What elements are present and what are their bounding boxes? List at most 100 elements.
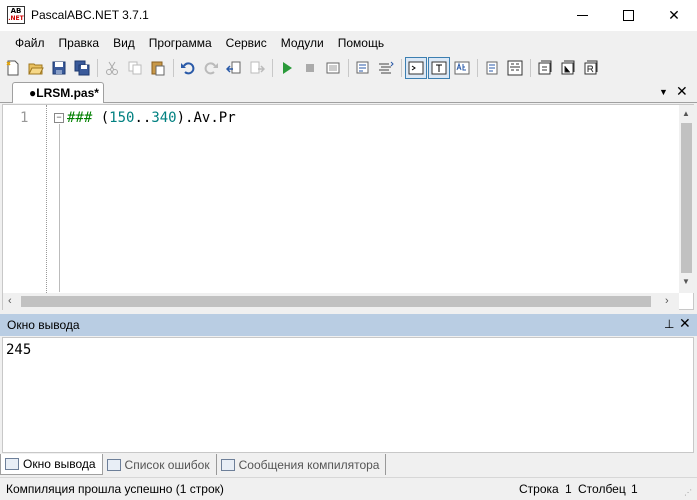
spell-button[interactable] [451, 57, 473, 79]
new-file-button[interactable] [2, 57, 24, 79]
redo-button[interactable] [200, 57, 222, 79]
output-panel[interactable]: 245 [2, 337, 694, 453]
nav-back-button[interactable] [223, 57, 245, 79]
text-button[interactable] [428, 57, 450, 79]
resize-grip-icon[interactable]: ⋰ [684, 488, 694, 498]
line-number-gutter: 1 [3, 105, 47, 293]
class-button[interactable] [481, 57, 503, 79]
toolbar [0, 55, 697, 81]
run-button[interactable] [276, 57, 298, 79]
status-message: Компиляция прошла успешно (1 строк) [6, 482, 224, 496]
scroll-up-icon[interactable]: ▲ [682, 109, 690, 118]
code-open-paren: ( [100, 110, 110, 126]
format-button[interactable] [375, 57, 397, 79]
toolbar-separator [173, 59, 174, 77]
app-logo-icon: AB .NET [7, 6, 25, 24]
menu-service[interactable]: Сервис [219, 31, 274, 55]
tab-error-list[interactable]: Список ошибок [103, 454, 217, 475]
menu-view[interactable]: Вид [106, 31, 142, 55]
indent-button[interactable] [352, 57, 374, 79]
tab-list-dropdown-icon[interactable]: ▼ [659, 87, 668, 97]
redo-icon [204, 62, 218, 75]
status-bar: Компиляция прошла успешно (1 строк) Стро… [0, 477, 697, 500]
horizontal-scroll-thumb[interactable] [21, 296, 651, 307]
close-button[interactable]: ✕ [651, 0, 697, 31]
tab-errors-label: Список ошибок [124, 457, 210, 472]
stop-icon [306, 64, 314, 72]
tab-output-label: Окно вывода [23, 457, 96, 471]
tab-compiler-label: Сообщения компилятора [238, 457, 380, 472]
menu-bar: Файл Правка Вид Программа Сервис Модули … [0, 31, 697, 55]
console-button[interactable] [405, 57, 427, 79]
line-number: 1 [20, 110, 29, 126]
toolbar-separator [530, 59, 531, 77]
horizontal-scrollbar[interactable]: ‹ › [3, 293, 679, 310]
book1-icon [538, 60, 552, 75]
paste-button[interactable] [147, 57, 169, 79]
tab-lrsm-pas[interactable]: ●LRSM.pas* [12, 82, 104, 103]
undo-icon [181, 62, 195, 75]
menu-modules[interactable]: Модули [274, 31, 331, 55]
copy-button[interactable] [124, 57, 146, 79]
menu-help[interactable]: Помощь [331, 31, 391, 55]
scroll-left-icon[interactable]: ‹ [8, 295, 12, 307]
save-all-icon [74, 60, 90, 76]
status-column-value: 1 [631, 482, 638, 496]
status-column-label: Столбец [578, 482, 626, 496]
fold-guide [59, 124, 60, 292]
code-editor[interactable]: 1 − ### (150..340).Av.Pr ▲ ▼ ‹ › [2, 104, 694, 310]
code-number-start: 150 [109, 110, 135, 126]
minimize-button[interactable] [559, 0, 605, 31]
title-bar: AB .NET PascalABC.NET 3.7.1 ✕ [0, 0, 697, 31]
console-icon [408, 61, 424, 75]
open-button[interactable] [25, 57, 47, 79]
tab-output-window[interactable]: Окно вывода [0, 454, 103, 475]
book2-button[interactable] [557, 57, 579, 79]
cut-button[interactable] [101, 57, 123, 79]
book3-button[interactable] [580, 57, 602, 79]
output-panel-header: Окно вывода ⊥ ✕ [0, 314, 697, 336]
code-button[interactable] [504, 57, 526, 79]
menu-edit[interactable]: Правка [52, 31, 107, 55]
toolbar-separator [477, 59, 478, 77]
code-close-paren: ). [176, 110, 194, 126]
cut-icon [106, 61, 118, 75]
menu-program[interactable]: Программа [142, 31, 219, 55]
minimize-icon [576, 15, 588, 16]
save-all-button[interactable] [71, 57, 93, 79]
copy-icon [128, 61, 142, 75]
stop-button[interactable] [299, 57, 321, 79]
maximize-icon [622, 10, 634, 21]
scroll-down-icon[interactable]: ▼ [682, 277, 690, 286]
maximize-button[interactable] [605, 0, 651, 31]
scroll-right-icon[interactable]: › [665, 295, 669, 307]
close-output-icon[interactable]: ✕ [679, 316, 691, 332]
nav-forward-button[interactable] [246, 57, 268, 79]
save-button[interactable] [48, 57, 70, 79]
book1-button[interactable] [534, 57, 556, 79]
vertical-scrollbar[interactable]: ▲ ▼ [679, 105, 694, 293]
close-tab-icon[interactable]: ✕ [676, 84, 688, 100]
error-list-icon [106, 458, 121, 471]
compiler-messages-icon [220, 458, 235, 471]
toolbar-separator [348, 59, 349, 77]
toolbar-separator [401, 59, 402, 77]
pin-icon[interactable]: ⊥ [664, 317, 674, 331]
new-file-icon [6, 60, 19, 76]
nav-back-icon [226, 61, 241, 74]
debug-button[interactable] [322, 57, 344, 79]
save-icon [52, 61, 66, 75]
paste-icon [151, 61, 165, 76]
code-range-op: .. [134, 110, 152, 126]
tab-compiler-messages[interactable]: Сообщения компилятора [217, 454, 387, 475]
indent-icon [356, 61, 369, 74]
fold-toggle-icon[interactable]: − [54, 113, 64, 123]
bottom-tab-strip: Окно вывода Список ошибок Сообщения комп… [0, 454, 697, 475]
undo-button[interactable] [177, 57, 199, 79]
document-tab-strip: ●LRSM.pas* [0, 81, 697, 103]
vertical-scroll-thumb[interactable] [681, 123, 692, 273]
code-line[interactable]: ### (150..340).Av.Pr [67, 110, 236, 126]
spell-icon [454, 61, 470, 75]
close-icon: ✕ [668, 7, 680, 24]
menu-file[interactable]: Файл [8, 31, 52, 55]
